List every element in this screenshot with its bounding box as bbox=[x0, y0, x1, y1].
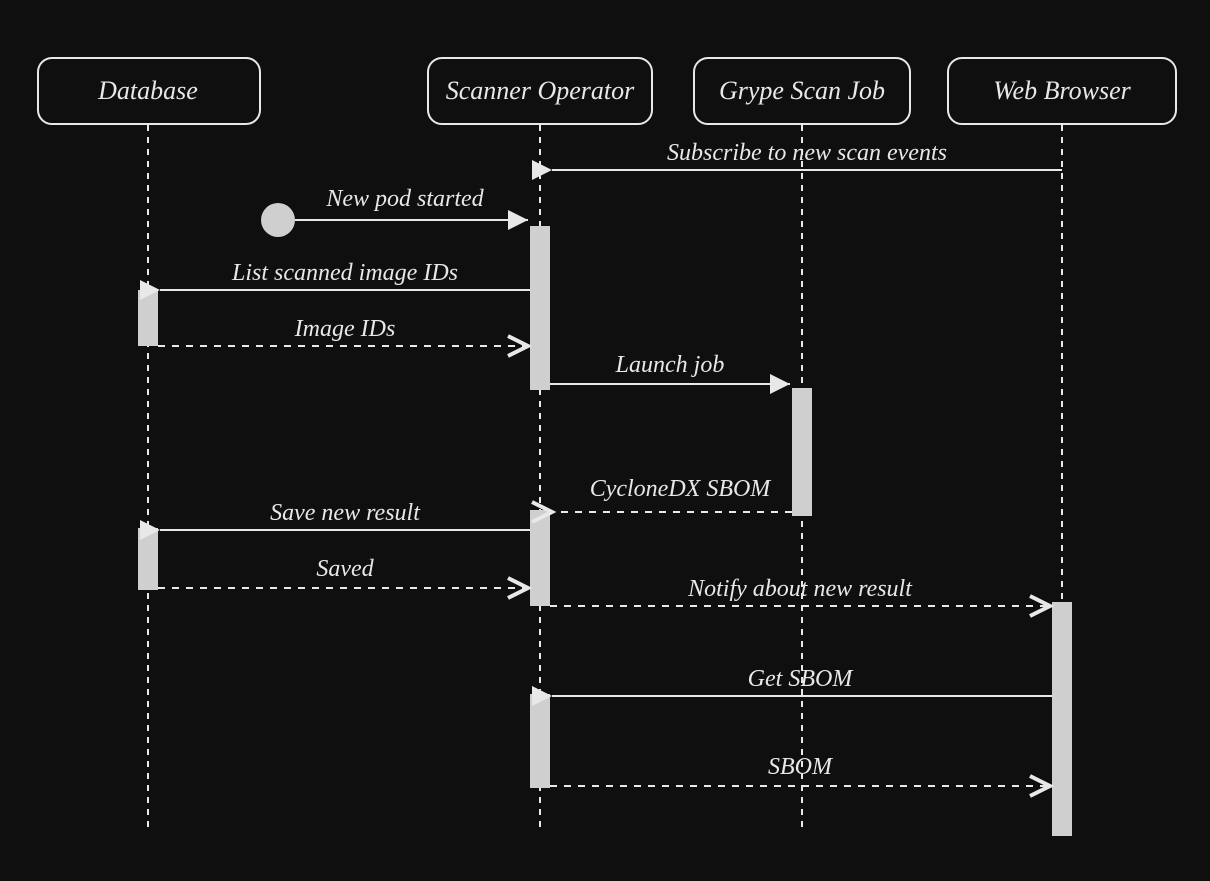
participant-label-browser: Web Browser bbox=[993, 76, 1131, 105]
message-list-ids: List scanned image IDs bbox=[231, 260, 458, 286]
activation-scanner-3 bbox=[530, 694, 550, 788]
participant-database: Database bbox=[38, 58, 260, 124]
message-new-pod: New pod started bbox=[325, 186, 484, 212]
message-notify: Notify about new result bbox=[687, 576, 913, 602]
participant-browser: Web Browser bbox=[948, 58, 1176, 124]
activation-scanner-1 bbox=[530, 226, 550, 390]
message-image-ids: Image IDs bbox=[294, 316, 396, 342]
participant-label-database: Database bbox=[97, 76, 198, 105]
activation-scanner-2 bbox=[530, 510, 550, 606]
participant-label-scanner: Scanner Operator bbox=[446, 76, 635, 105]
participant-label-grype: Grype Scan Job bbox=[719, 76, 885, 105]
message-saved: Saved bbox=[316, 556, 374, 582]
participant-scanner: Scanner Operator bbox=[428, 58, 652, 124]
activation-database-1 bbox=[138, 290, 158, 346]
event-dot-icon bbox=[261, 203, 295, 237]
message-subscribe: Subscribe to new scan events bbox=[667, 140, 947, 166]
message-launch-job: Launch job bbox=[615, 352, 725, 378]
sequence-diagram: Database Scanner Operator Grype Scan Job… bbox=[0, 0, 1210, 881]
message-save-result: Save new result bbox=[270, 500, 421, 526]
participant-grype: Grype Scan Job bbox=[694, 58, 910, 124]
activation-database-2 bbox=[138, 528, 158, 590]
activation-browser-1 bbox=[1052, 602, 1072, 836]
message-get-sbom: Get SBOM bbox=[748, 666, 855, 692]
activation-grype-1 bbox=[792, 388, 812, 516]
message-sbom: SBOM bbox=[768, 754, 834, 780]
message-cyclonedx: CycloneDX SBOM bbox=[590, 476, 773, 502]
